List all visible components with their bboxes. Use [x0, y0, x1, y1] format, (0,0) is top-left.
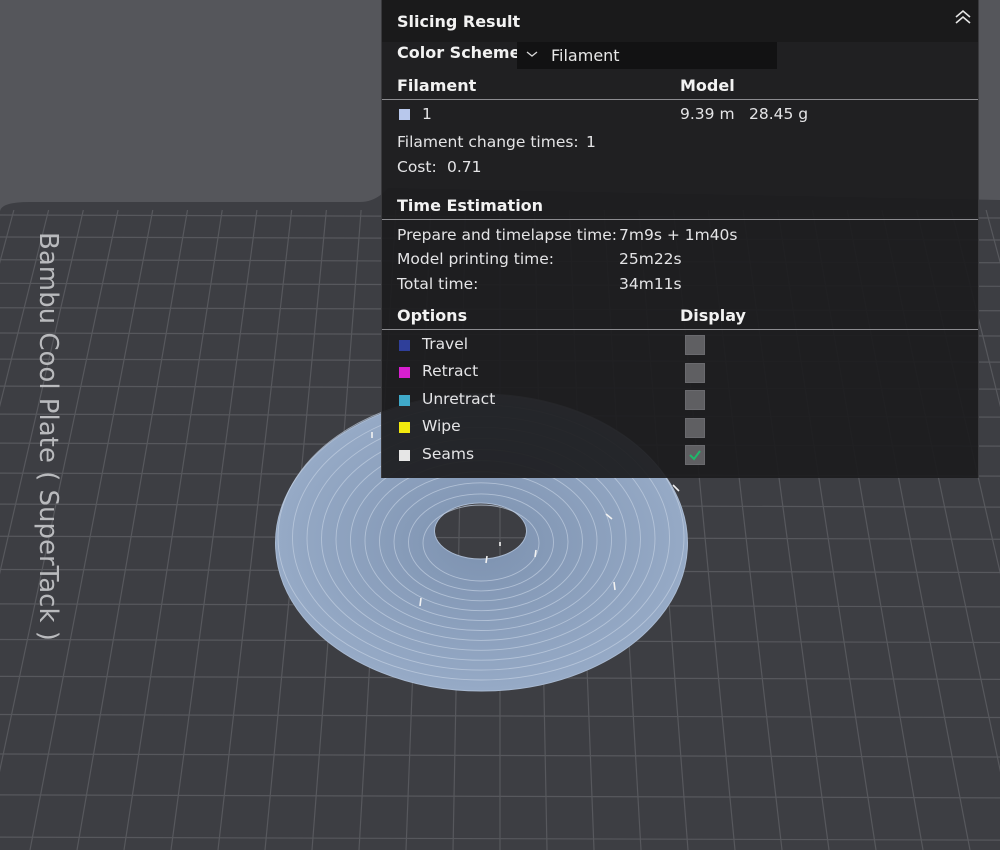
seams-display-checkbox[interactable]	[685, 445, 705, 465]
wipe-display-checkbox[interactable]	[685, 418, 705, 438]
prepare-time-label: Prepare and timelapse time:	[397, 226, 618, 244]
divider	[382, 99, 978, 100]
total-time-label: Total time:	[397, 275, 479, 293]
model-print-time-value: 25m22s	[619, 250, 682, 268]
option-label: Retract	[422, 362, 479, 380]
model-print-time-label: Model printing time:	[397, 250, 555, 268]
slicing-result-panel: Slicing Result Color Scheme Filament Fil…	[381, 0, 979, 478]
option-label: Travel	[422, 335, 469, 353]
prepare-time-value: 7m9s + 1m40s	[619, 226, 738, 244]
travel-color-swatch	[399, 340, 410, 351]
color-scheme-dropdown[interactable]: Filament	[517, 42, 777, 69]
travel-display-checkbox[interactable]	[685, 335, 705, 355]
divider	[382, 219, 978, 220]
filament-weight: 28.45 g	[749, 105, 809, 123]
retract-display-checkbox[interactable]	[685, 363, 705, 383]
filament-index: 1	[422, 105, 432, 123]
cost-label: Cost:	[397, 158, 437, 176]
filament-header: Filament	[397, 76, 477, 95]
plate-label: Bambu Cool Plate ( SuperTack )	[33, 232, 63, 641]
cost-value: 0.71	[447, 158, 482, 176]
option-label: Unretract	[422, 390, 496, 408]
unretract-color-swatch	[399, 395, 410, 406]
retract-color-swatch	[399, 367, 410, 378]
options-header: Options	[397, 306, 468, 325]
color-scheme-value: Filament	[551, 46, 620, 65]
color-scheme-label: Color Scheme	[397, 43, 521, 62]
unretract-display-checkbox[interactable]	[685, 390, 705, 410]
display-header: Display	[680, 306, 746, 325]
seams-color-swatch	[399, 450, 410, 461]
change-times-value: 1	[586, 133, 596, 151]
time-estimation-header: Time Estimation	[397, 196, 544, 215]
checkmark-icon	[689, 450, 701, 461]
total-time-value: 34m11s	[619, 275, 682, 293]
chevron-down-icon	[526, 51, 538, 57]
panel-title: Slicing Result	[397, 12, 521, 31]
model-header: Model	[680, 76, 735, 95]
change-times-label: Filament change times:	[397, 133, 579, 151]
filament-color-swatch	[399, 109, 410, 120]
option-label: Wipe	[422, 417, 461, 435]
collapse-icon[interactable]	[952, 6, 974, 28]
divider	[382, 329, 978, 330]
filament-length: 9.39 m	[680, 105, 735, 123]
option-label: Seams	[422, 445, 475, 463]
wipe-color-swatch	[399, 422, 410, 433]
